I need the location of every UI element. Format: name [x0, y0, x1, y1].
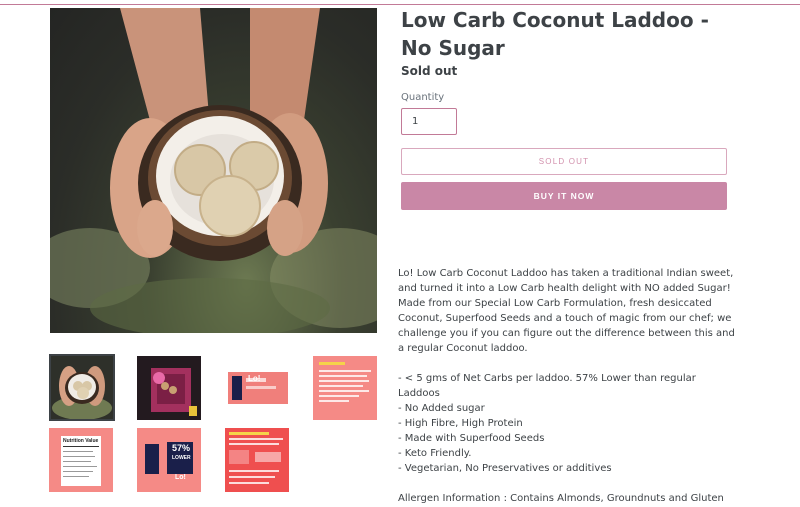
product-description: Lo! Low Carb Coconut Laddoo has taken a …	[398, 266, 738, 507]
thumbnail-back-pack-image	[225, 428, 289, 492]
bullet-item: - High Fibre, High Protein	[398, 418, 523, 429]
bullet-item: - Vegetarian, No Preservatives or additi…	[398, 463, 612, 474]
thumbnail-gift-box-image	[137, 356, 201, 420]
top-divider	[0, 4, 800, 5]
main-product-image[interactable]	[50, 8, 377, 333]
quantity-label: Quantity	[401, 92, 445, 103]
thumbnail-gift-box[interactable]	[137, 356, 201, 420]
thumbnail-ingredients-image	[313, 356, 377, 420]
thumbnail-coconut-photo[interactable]	[49, 354, 115, 421]
coconut-laddoo-photo	[50, 8, 377, 333]
bullet-item: - Made with Superfood Seeds	[398, 433, 545, 444]
lower-percent-text: 57%	[172, 443, 191, 453]
pack-logo-text: Lo!	[248, 374, 261, 383]
back-logo-text: Lo!	[175, 474, 186, 481]
product-title: Low Carb Coconut Laddoo - No Sugar	[401, 8, 709, 60]
buy-it-now-button[interactable]: BUY IT NOW	[401, 182, 727, 210]
nutrition-title-text: Nutrition Value	[63, 438, 99, 444]
quantity-input[interactable]: 1	[401, 108, 457, 135]
thumbnail-nutrition[interactable]: Nutrition Value	[49, 428, 113, 492]
bullet-item: - No Added sugar	[398, 403, 485, 414]
thumbnail-lower-carbs-image	[137, 428, 201, 492]
thumbnail-pack-front[interactable]: Lo!	[226, 356, 290, 420]
thumbnail-lower-carbs[interactable]: 57% LOWER Lo!	[137, 428, 201, 492]
stock-status: Sold out	[401, 64, 458, 78]
description-intro: Lo! Low Carb Coconut Laddoo has taken a …	[398, 268, 735, 354]
description-bullets: - < 5 gms of Net Carbs per laddoo. 57% L…	[398, 371, 738, 476]
thumbnail-ingredients[interactable]	[313, 356, 377, 420]
allergen-info: Allergen Information : Contains Almonds,…	[398, 493, 724, 504]
lower-word-text: LOWER	[172, 455, 191, 461]
bullet-item: - Keto Friendly.	[398, 448, 472, 459]
sold-out-button[interactable]: SOLD OUT	[401, 148, 727, 175]
thumbnail-pack-front-image	[226, 356, 290, 420]
thumbnail-coconut-image	[51, 356, 113, 419]
bullet-item: - < 5 gms of Net Carbs per laddoo. 57% L…	[398, 373, 696, 399]
thumbnail-back-pack[interactable]	[225, 428, 289, 492]
